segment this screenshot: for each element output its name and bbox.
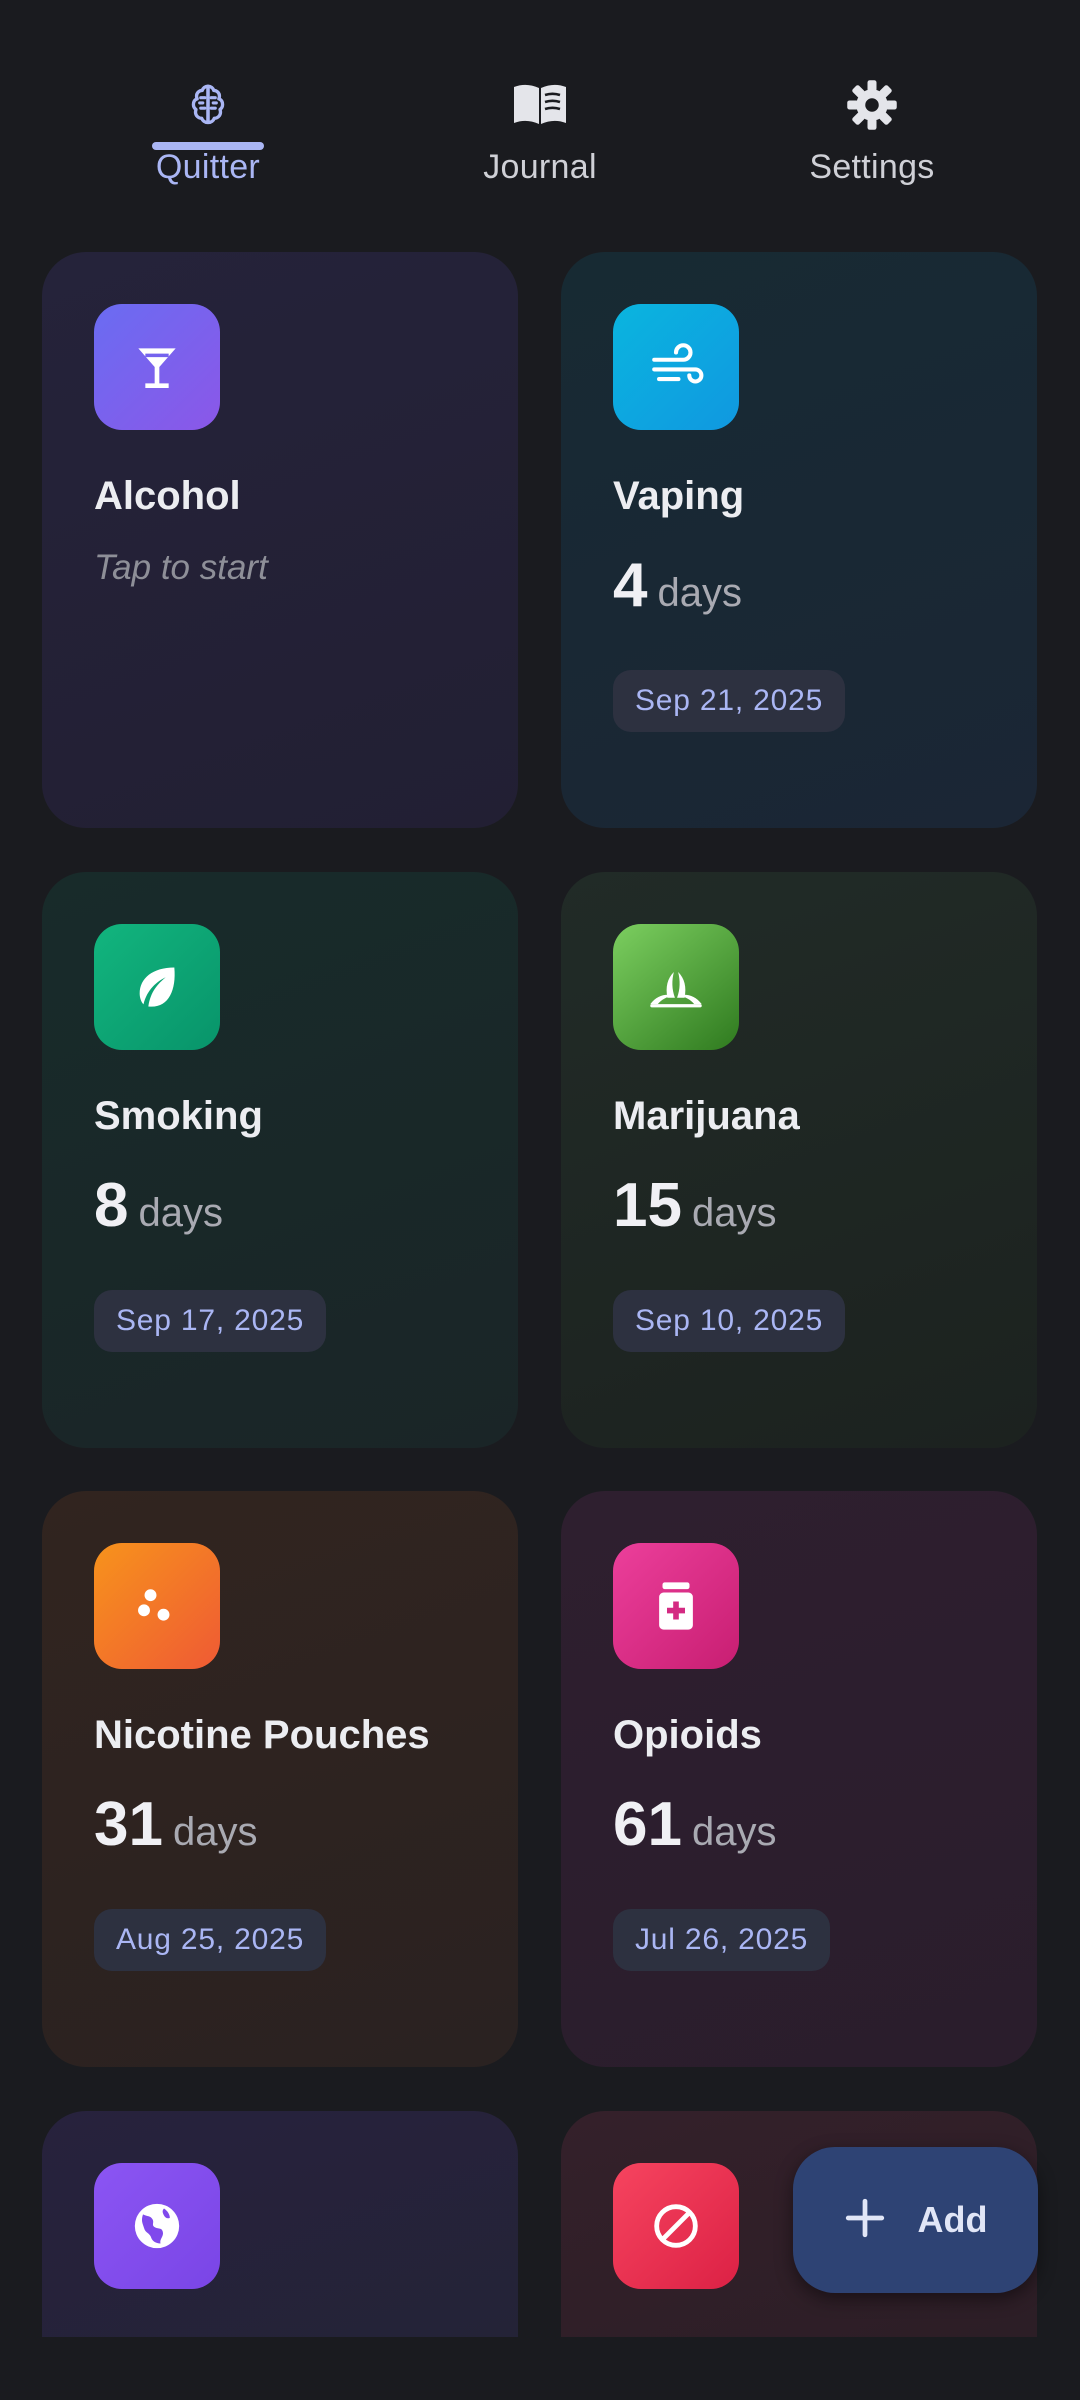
streak-count: 61 days	[613, 1789, 776, 1860]
streak-days-number: 31	[94, 1790, 163, 1859]
card-partial-globe[interactable]	[42, 2111, 518, 2337]
leaf-icon	[94, 924, 220, 1050]
tab-settings[interactable]: Settings	[752, 70, 992, 190]
card-smoking[interactable]: Smoking 8 days Sep 17, 2025	[42, 872, 518, 1448]
streak-days-unit: days	[691, 1191, 777, 1235]
streak-count: 31 days	[94, 1789, 257, 1860]
tab-label: Journal	[483, 148, 597, 186]
streak-days-unit: days	[172, 1810, 258, 1854]
streak-count: 4 days	[613, 550, 742, 621]
card-title: Opioids	[613, 1713, 762, 1757]
active-tab-indicator	[152, 142, 264, 150]
start-date-chip: Aug 25, 2025	[94, 1909, 327, 1971]
card-alcohol[interactable]: Alcohol Tap to start	[42, 252, 518, 828]
start-date-chip: Sep 10, 2025	[613, 1290, 846, 1352]
card-vaping[interactable]: Vaping 4 days Sep 21, 2025	[561, 252, 1037, 828]
pouches-icon	[94, 1543, 220, 1669]
start-date-chip: Jul 26, 2025	[613, 1909, 831, 1971]
cocktail-glass-icon	[94, 304, 220, 430]
card-title: Nicotine Pouches	[94, 1713, 430, 1757]
wind-icon	[613, 304, 739, 430]
card-title: Smoking	[94, 1094, 263, 1138]
streak-days-number: 15	[613, 1171, 682, 1240]
block-icon	[613, 2163, 739, 2289]
streak-days-unit: days	[138, 1191, 223, 1235]
start-date-chip: Sep 21, 2025	[613, 670, 846, 732]
tab-journal[interactable]: Journal	[420, 70, 660, 190]
book-icon	[420, 70, 660, 140]
card-hint: Tap to start	[94, 548, 268, 587]
streak-count: 8 days	[94, 1170, 223, 1241]
streak-days-unit: days	[691, 1810, 777, 1854]
pill-bottle-icon	[613, 1543, 739, 1669]
card-nicotine-pouches[interactable]: Nicotine Pouches 31 days Aug 25, 2025	[42, 1491, 518, 2067]
streak-days-unit: days	[657, 571, 742, 615]
card-title: Alcohol	[94, 474, 241, 518]
tab-label: Settings	[809, 148, 935, 186]
plus-icon	[844, 2197, 886, 2244]
globe-icon	[94, 2163, 220, 2289]
card-marijuana[interactable]: Marijuana 15 days Sep 10, 2025	[561, 872, 1037, 1448]
card-title: Vaping	[613, 474, 745, 518]
brain-icon	[88, 70, 328, 140]
streak-days-number: 8	[94, 1171, 129, 1240]
gear-icon	[752, 70, 992, 140]
streak-days-number: 61	[613, 1790, 682, 1859]
grass-icon	[613, 924, 739, 1050]
streak-days-number: 4	[613, 551, 648, 620]
add-button[interactable]: Add	[793, 2147, 1038, 2293]
tab-label: Quitter	[155, 148, 261, 186]
top-tab-bar: Quitter Journal Settings	[0, 0, 1080, 200]
tab-quitter[interactable]: Quitter	[88, 70, 328, 190]
card-title: Marijuana	[613, 1094, 800, 1138]
start-date-chip: Sep 17, 2025	[94, 1290, 327, 1352]
add-button-label: Add	[917, 2199, 988, 2240]
card-opioids[interactable]: Opioids 61 days Jul 26, 2025	[561, 1491, 1037, 2067]
streak-count: 15 days	[613, 1170, 776, 1241]
